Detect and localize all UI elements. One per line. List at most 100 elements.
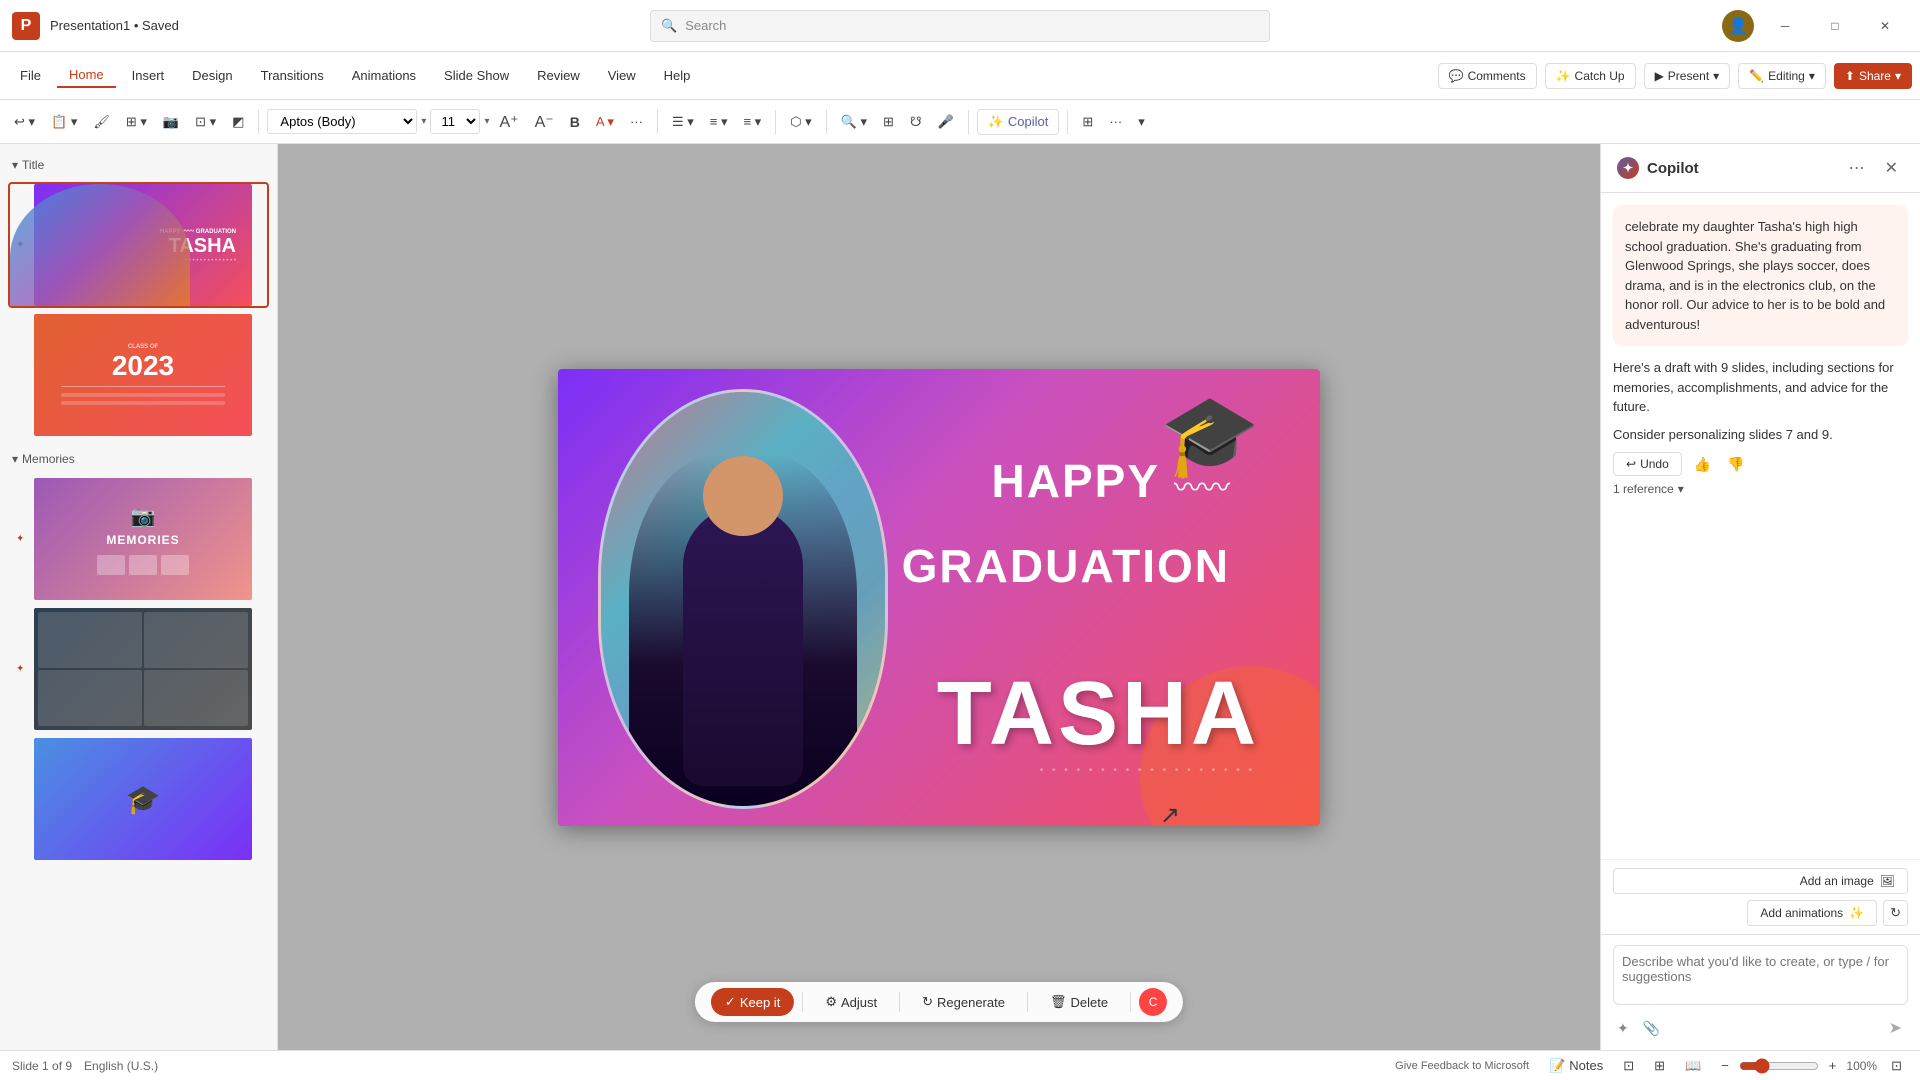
catchup-icon: ✨ <box>1556 69 1571 83</box>
increase-font-button[interactable]: A⁺ <box>493 108 524 136</box>
toolbar-separator-3 <box>775 110 776 134</box>
zoom-slider[interactable] <box>1739 1058 1819 1074</box>
zoom-out-button[interactable]: − <box>1715 1054 1735 1077</box>
replace-button[interactable]: ⊞ <box>877 110 900 134</box>
copilot-sparkle-button[interactable]: ✦ <box>1613 1018 1633 1039</box>
copilot-send-button[interactable]: ➤ <box>1883 1016 1908 1040</box>
align-button[interactable]: ≡ ▾ <box>737 110 767 134</box>
screenshot-button[interactable]: 📷 <box>157 110 185 134</box>
more-formatting-button[interactable]: ··· <box>624 110 649 133</box>
copilot-close-button[interactable]: ✕ <box>1879 156 1904 180</box>
thumbup-button[interactable]: 👍 <box>1690 454 1715 475</box>
layout-button[interactable]: ⊞ ▾ <box>120 110 153 134</box>
undo-label: Undo <box>1640 457 1669 471</box>
tab-home[interactable]: Home <box>57 63 116 88</box>
undo-button[interactable]: ↩ Undo <box>1613 452 1682 476</box>
status-right: Give Feedback to Microsoft 📝 Notes ⊡ ⊞ 📖… <box>1389 1054 1908 1078</box>
copilot-suggestions: Add an image 🖼 Add animations ✨ ↻ <box>1601 859 1920 934</box>
font-dropdown-icon: ▾ <box>421 116 426 127</box>
grid-view-button[interactable]: ⊞ <box>1076 110 1099 134</box>
section-title[interactable]: ▾ Title <box>8 152 269 178</box>
copilot-button[interactable]: ✨ Copilot <box>977 109 1060 135</box>
format-painter-button[interactable]: 🖌 <box>87 110 116 134</box>
copilot-user-message: celebrate my daughter Tasha's high high … <box>1613 205 1908 346</box>
decrease-font-button[interactable]: A⁻ <box>529 108 560 136</box>
maximize-button[interactable]: □ <box>1812 10 1858 42</box>
tab-review[interactable]: Review <box>525 64 592 87</box>
close-button[interactable]: ✕ <box>1862 10 1908 42</box>
slide-sorter-button[interactable]: ⊞ <box>1648 1054 1671 1078</box>
copilot-label: Copilot <box>1008 114 1048 129</box>
tab-help[interactable]: Help <box>652 64 703 87</box>
copilot-input-area: ✦ 📎 ➤ <box>1601 934 1920 1050</box>
present-button[interactable]: ▶ Present ▾ <box>1644 63 1731 89</box>
more-options-button[interactable]: ··· <box>1103 110 1128 133</box>
slide-thumbnail-2[interactable]: 2 CLASS OF 2023 <box>8 312 269 438</box>
numbered-list-button[interactable]: ≡ ▾ <box>704 110 734 134</box>
clipboard-button[interactable]: 📋 ▾ <box>45 110 83 134</box>
normal-view-button[interactable]: ⊡ <box>1617 1054 1640 1078</box>
dictate-button[interactable]: 🎤 <box>932 110 960 134</box>
copilot-input[interactable] <box>1613 945 1908 1005</box>
slide-preview-2: CLASS OF 2023 <box>34 314 252 436</box>
section-memories[interactable]: ▾ Memories <box>8 446 269 472</box>
add-animations-button[interactable]: Add animations ✨ <box>1747 900 1877 926</box>
tab-view[interactable]: View <box>596 64 648 87</box>
fit-button[interactable]: ⊡ <box>1885 1054 1908 1078</box>
slide-thumbnail-4[interactable]: 4 ✦ <box>8 606 269 732</box>
user-avatar[interactable]: 👤 <box>1722 10 1754 42</box>
present-chevron-icon: ▾ <box>1713 69 1719 83</box>
slide-layout-button[interactable]: ⊡ ▾ <box>189 110 222 134</box>
minimize-button[interactable]: ─ <box>1762 10 1808 42</box>
undo-button[interactable]: ↩ ▾ <box>8 110 41 134</box>
adjust-button[interactable]: ⚙ Adjust <box>811 988 891 1016</box>
refresh-suggestions-button[interactable]: ↻ <box>1883 900 1908 926</box>
tab-transitions[interactable]: Transitions <box>249 64 336 87</box>
reference-bar[interactable]: 1 reference ▾ <box>1613 476 1908 502</box>
undo-icon: ↩ <box>1626 457 1636 471</box>
regenerate-button[interactable]: ↻ Regenerate <box>908 988 1019 1016</box>
editing-chevron-icon: ▾ <box>1809 69 1815 83</box>
notes-button[interactable]: 📝 Notes <box>1543 1054 1609 1078</box>
shapes-button[interactable]: ⬡ ▾ <box>784 110 818 134</box>
slide-thumbnail-1[interactable]: 1 ✦ HAPPY 〰〰 GRADUATION TASHA • • • • • … <box>8 182 269 308</box>
keep-button[interactable]: ✓ Keep it <box>711 988 794 1016</box>
slide-thumbnail-5[interactable]: 5 🎓 <box>8 736 269 862</box>
slide-preview-5: 🎓 <box>34 738 252 860</box>
slide-name-text: TASHA <box>937 663 1260 766</box>
copilot-attach-button[interactable]: 📎 <box>1639 1018 1664 1039</box>
tab-file[interactable]: File <box>8 64 53 87</box>
search-bar[interactable]: 🔍 Search <box>650 10 1270 42</box>
find-button[interactable]: 🔍 ▾ <box>835 110 873 134</box>
share-button[interactable]: ⬆ Share ▾ <box>1834 63 1912 89</box>
tab-design[interactable]: Design <box>180 64 244 87</box>
design-tool-button[interactable]: ◩ <box>226 110 250 134</box>
tab-insert[interactable]: Insert <box>120 64 177 87</box>
bullet-list-button[interactable]: ☰ ▾ <box>666 110 700 134</box>
slide-preview-4 <box>34 608 252 730</box>
collapse-button[interactable]: ▾ <box>1132 110 1151 134</box>
add-image-button[interactable]: Add an image 🖼 <box>1613 868 1908 894</box>
bold-button[interactable]: B <box>564 110 586 134</box>
slide-thumbnail-3[interactable]: 3 ✦ 📷 MEMORIES <box>8 476 269 602</box>
thumbdown-button[interactable]: 👎 <box>1723 454 1748 475</box>
tab-animations[interactable]: Animations <box>340 64 428 87</box>
slide-panel: ▾ Title 1 ✦ HAPPY 〰〰 GRADUATION TASHA • … <box>0 144 278 1050</box>
tab-slideshow[interactable]: Slide Show <box>432 64 521 87</box>
font-selector[interactable]: Aptos (Body) <box>267 109 417 134</box>
select-button[interactable]: ☋ <box>904 110 928 134</box>
font-color-button[interactable]: A ▾ <box>590 110 620 134</box>
title-bar: P Presentation1 • Saved 🔍 Search 👤 ─ □ ✕ <box>0 0 1920 52</box>
editing-button[interactable]: ✏️ Editing ▾ <box>1738 63 1826 89</box>
copilot-more-button[interactable]: ⋯ <box>1843 156 1871 180</box>
comments-button[interactable]: 💬 Comments <box>1438 63 1537 89</box>
delete-button[interactable]: 🗑 Delete <box>1036 988 1122 1016</box>
slide-graduation-text: GRADUATION <box>902 539 1230 593</box>
copilot-header: ✦ Copilot ⋯ ✕ <box>1601 144 1920 193</box>
reading-view-button[interactable]: 📖 <box>1679 1054 1707 1078</box>
slide-canvas[interactable]: HAPPY 〰〰 🎓 GRADUATION TASHA • • • • • • … <box>558 369 1320 826</box>
font-size-selector[interactable]: 11 <box>430 109 480 134</box>
feedback-button[interactable]: Give Feedback to Microsoft <box>1389 1056 1535 1076</box>
catchup-button[interactable]: ✨ Catch Up <box>1545 63 1636 89</box>
zoom-in-button[interactable]: + <box>1823 1054 1843 1077</box>
